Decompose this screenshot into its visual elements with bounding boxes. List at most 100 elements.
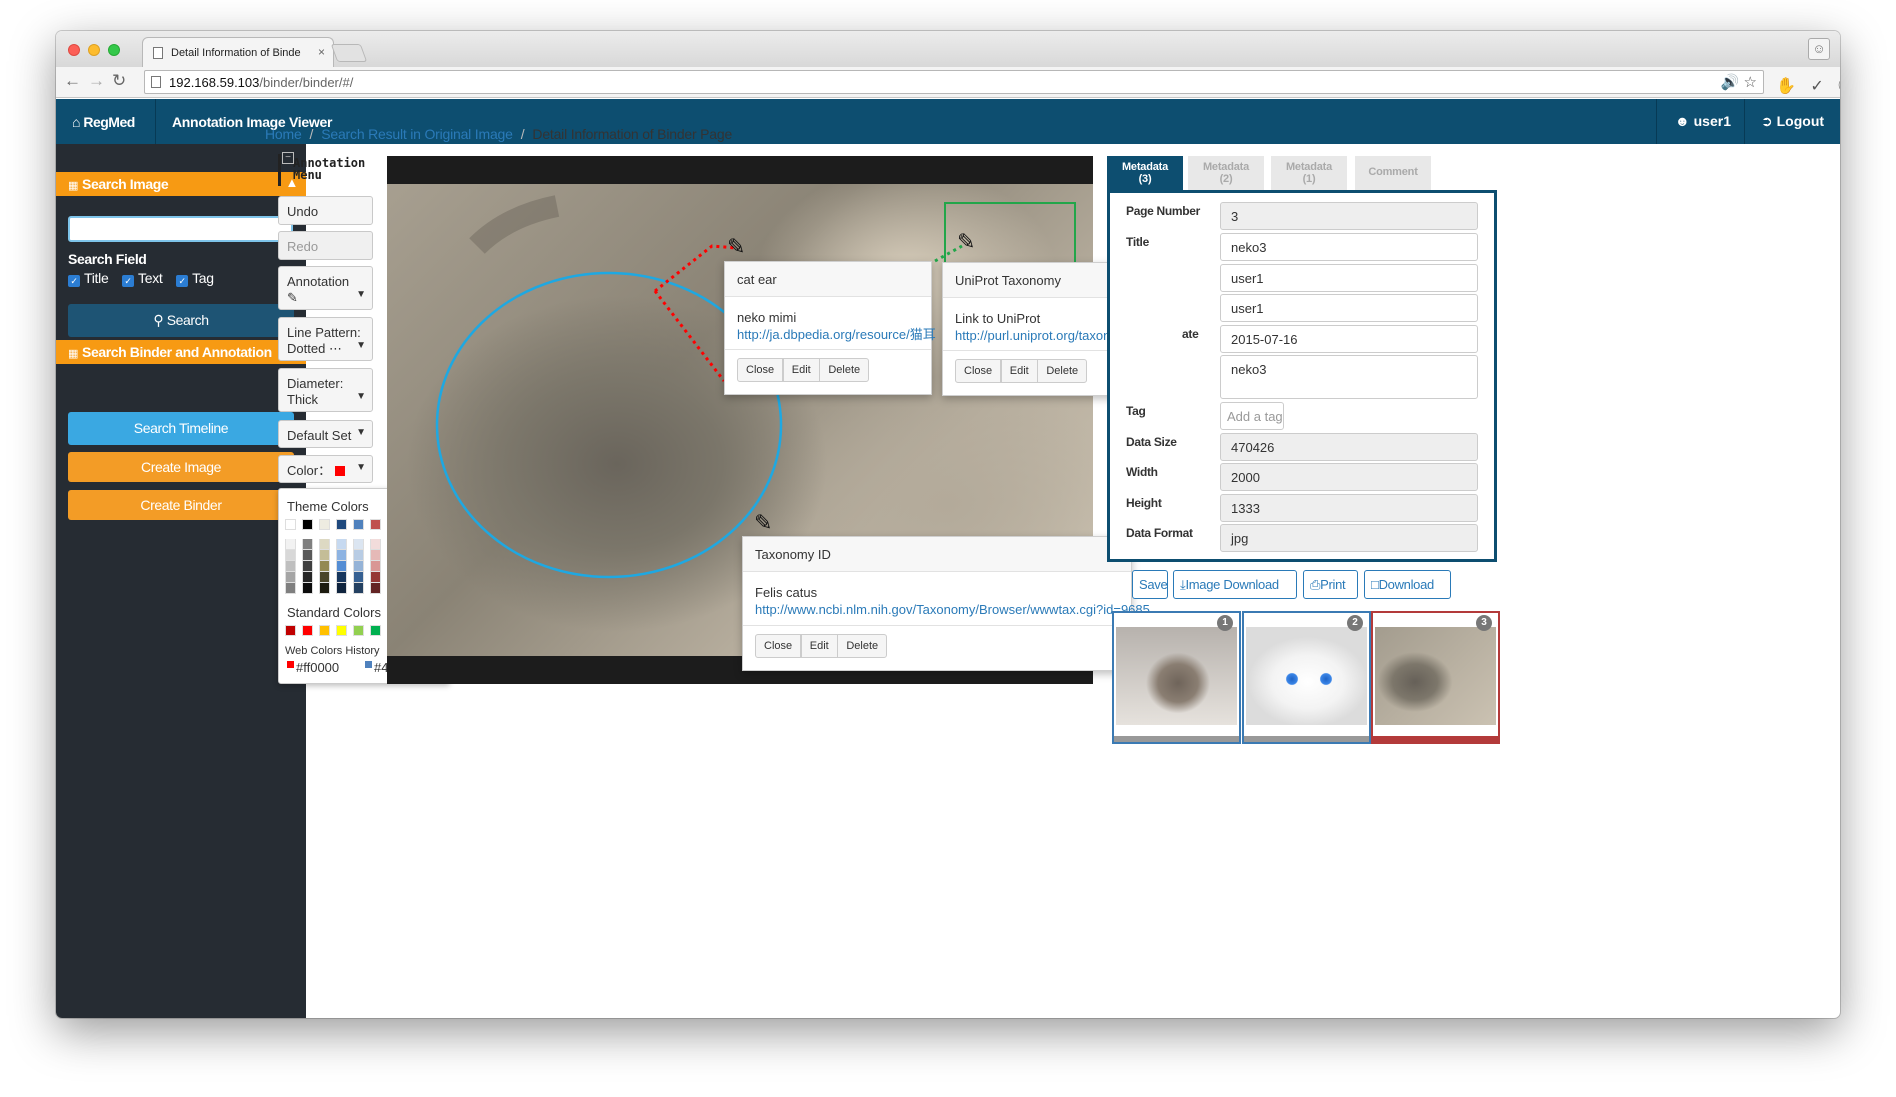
tab-metadata-3[interactable]: Metadata (3) (1107, 156, 1183, 190)
theme-color-swatch[interactable] (370, 519, 381, 530)
brand-link[interactable]: ⌂ RegMed (56, 99, 156, 144)
popover-close-button[interactable]: Close (737, 358, 784, 382)
shade-color-swatch[interactable] (302, 539, 313, 550)
web-colors-tab[interactable]: Web Colors (285, 645, 342, 657)
standard-color-swatch[interactable] (370, 625, 381, 636)
line-pattern-dropdown[interactable]: Line Pattern: Dotted ⋯ ▼ (278, 317, 373, 361)
search-timeline-button[interactable]: Search Timeline › (68, 412, 294, 445)
shade-color-swatch[interactable] (285, 539, 296, 550)
print-button[interactable]: ⎙Print (1303, 570, 1358, 599)
shade-color-swatch[interactable] (336, 550, 347, 561)
title-field[interactable]: neko3 (1220, 233, 1478, 261)
tag-input[interactable]: Add a tag (1220, 402, 1284, 430)
popover-close-button[interactable]: Close (755, 634, 802, 658)
theme-color-swatch[interactable] (285, 519, 296, 530)
shade-color-swatch[interactable] (353, 583, 364, 594)
theme-color-swatch[interactable] (353, 519, 364, 530)
shade-color-swatch[interactable] (336, 583, 347, 594)
history-tab[interactable]: History (345, 645, 379, 657)
tab-metadata-1[interactable]: Metadata (1) (1271, 156, 1347, 190)
shade-color-swatch[interactable] (370, 550, 381, 561)
create-image-button[interactable]: Create Image (68, 452, 294, 482)
shade-color-swatch[interactable] (302, 550, 313, 561)
popover-link[interactable]: http://ja.dbpedia.org/resource/猫耳 (737, 326, 936, 343)
theme-color-swatch[interactable] (302, 519, 313, 530)
shade-color-swatch[interactable] (336, 539, 347, 550)
page-thumbnail-3[interactable]: 3 (1371, 611, 1500, 744)
hex-current[interactable]: #ff0000 (287, 660, 339, 675)
shade-color-swatch[interactable] (370, 561, 381, 572)
creator-field[interactable]: user1 (1220, 264, 1478, 292)
text-checkbox[interactable]: ✓ (122, 275, 135, 287)
undo-button[interactable]: Undo (278, 196, 373, 225)
color-dropdown[interactable]: Color： ▼ (278, 455, 373, 483)
search-image-section[interactable]: ▦ Search Image ▲ (56, 172, 306, 196)
back-icon[interactable]: ← (64, 71, 81, 91)
pencil-icon[interactable]: ✎ (957, 229, 975, 254)
popover-delete-button[interactable]: Delete (837, 634, 888, 658)
shade-color-swatch[interactable] (302, 572, 313, 583)
theme-color-swatch[interactable] (336, 519, 347, 530)
shade-color-swatch[interactable] (370, 572, 381, 583)
logout-button[interactable]: ➲ Logout (1744, 99, 1840, 144)
date-field[interactable]: 2015-07-16 (1220, 325, 1478, 353)
redo-button[interactable]: Redo (278, 231, 373, 260)
shade-color-swatch[interactable] (353, 550, 364, 561)
standard-color-swatch[interactable] (302, 625, 313, 636)
theme-color-swatch[interactable] (319, 519, 330, 530)
popover-edit-button[interactable]: Edit (782, 358, 820, 382)
save-button[interactable]: Save (1132, 570, 1168, 599)
popover-close-button[interactable]: Close (955, 359, 1002, 383)
updater-field[interactable]: user1 (1220, 294, 1478, 322)
shade-color-swatch[interactable] (353, 572, 364, 583)
shade-color-swatch[interactable] (285, 561, 296, 572)
shade-color-swatch[interactable] (319, 583, 330, 594)
shade-color-swatch[interactable] (302, 583, 313, 594)
reload-icon[interactable]: ↻ (112, 71, 126, 91)
diameter-dropdown[interactable]: Diameter: Thick ▼ (278, 368, 373, 412)
page-thumbnail-1[interactable]: 1 (1112, 611, 1241, 744)
description-field[interactable]: neko3 (1220, 355, 1478, 399)
search-image-input[interactable] (68, 216, 293, 242)
popover-delete-button[interactable]: Delete (1037, 359, 1088, 383)
pencil-icon[interactable]: ✎ (727, 234, 745, 259)
shade-color-swatch[interactable] (319, 572, 330, 583)
page-thumbnail-2[interactable]: 2 (1242, 611, 1371, 744)
tag-checkbox[interactable]: ✓ (176, 275, 189, 287)
shade-color-swatch[interactable] (285, 572, 296, 583)
standard-color-swatch[interactable] (285, 625, 296, 636)
new-tab-button[interactable] (330, 44, 368, 62)
popover-delete-button[interactable]: Delete (819, 358, 870, 382)
address-bar[interactable]: 192.168.59.103/binder/binder/#/ 🔊 ☆ (144, 70, 1764, 94)
image-download-button[interactable]: ⤓Image Download (1173, 570, 1297, 599)
shade-color-swatch[interactable] (336, 572, 347, 583)
pencil-icon[interactable]: ✎ (754, 510, 772, 535)
shade-color-swatch[interactable] (285, 583, 296, 594)
standard-color-swatch[interactable] (319, 625, 330, 636)
standard-color-swatch[interactable] (353, 625, 364, 636)
shade-color-swatch[interactable] (319, 539, 330, 550)
forward-icon[interactable]: → (88, 71, 105, 91)
shade-color-swatch[interactable] (302, 561, 313, 572)
breadcrumb-search-result[interactable]: Search Result in Original Image (321, 126, 513, 142)
shade-color-swatch[interactable] (370, 539, 381, 550)
tab-comment[interactable]: Comment (1355, 156, 1431, 190)
cursor-icon[interactable]: ✓ (1810, 78, 1823, 95)
shade-color-swatch[interactable] (319, 550, 330, 561)
popover-link[interactable]: http://www.ncbi.nlm.nih.gov/Taxonomy/Bro… (755, 601, 1150, 618)
user-menu[interactable]: ☻ user1 (1656, 99, 1744, 144)
minimize-window-button[interactable] (88, 44, 100, 56)
shade-color-swatch[interactable] (285, 550, 296, 561)
shade-color-swatch[interactable] (336, 561, 347, 572)
info-icon[interactable]: ⓘ (1838, 78, 1840, 95)
search-binder-section[interactable]: ▦Search Binder and Annotation ▼ (56, 340, 306, 364)
default-set-dropdown[interactable]: Default Set ▼ (278, 420, 373, 448)
popover-edit-button[interactable]: Edit (800, 634, 838, 658)
breadcrumb-home[interactable]: Home (265, 126, 302, 142)
popover-edit-button[interactable]: Edit (1000, 359, 1038, 383)
browser-tab[interactable]: Detail Information of Binde × (142, 37, 334, 67)
tab-metadata-2[interactable]: Metadata (2) (1188, 156, 1264, 190)
shade-color-swatch[interactable] (319, 561, 330, 572)
star-icon[interactable]: ☆ (1744, 74, 1757, 91)
speaker-icon[interactable]: 🔊 (1721, 74, 1740, 91)
